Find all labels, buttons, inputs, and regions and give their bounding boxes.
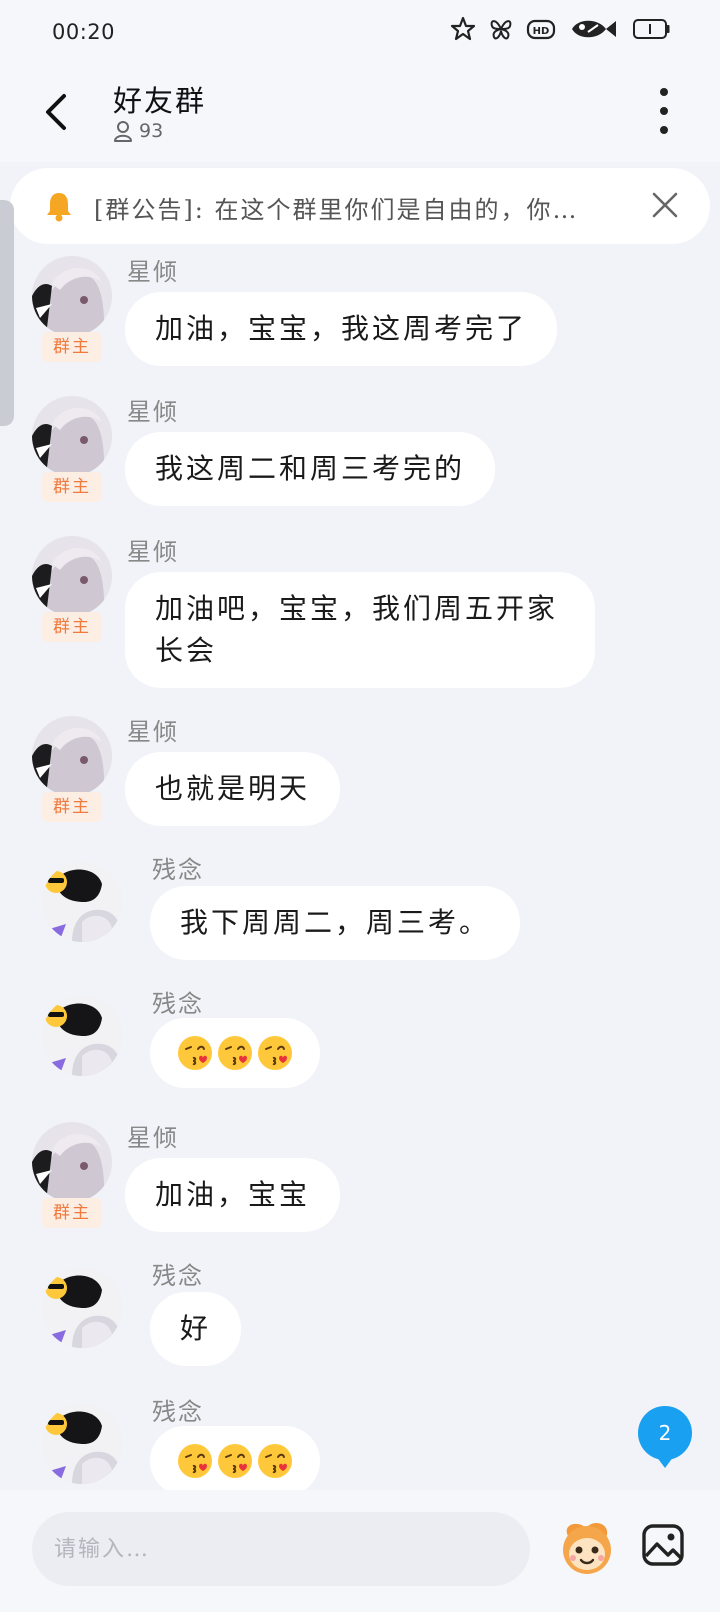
kissing-face-emoji-icon [258,1444,292,1478]
sender-name: 星倾 [127,718,179,746]
battery-icon [633,19,670,39]
dot [660,107,668,115]
bell-icon [47,193,71,222]
avatar[interactable] [42,1268,122,1348]
avatar-xingqing-image [32,256,112,336]
image-picker-button[interactable] [640,1522,686,1568]
message-bubble[interactable]: 加油，宝宝，我这周考完了 [125,292,558,366]
chat-screen: 00:20 HD 好友群 93 [群公告]: 在这个群里你们是自由的，你… 群主… [0,0,720,1612]
chat-header: 好友群 93 [0,66,720,162]
kissing-face-emoji-icon [178,1444,212,1478]
sender-name: 星倾 [127,258,179,286]
back-button[interactable] [38,90,78,134]
message-bubble[interactable]: 我下周周二，周三考。 [150,886,521,960]
message-bubble[interactable]: 加油吧，宝宝，我们周五开家长会 [125,572,595,688]
sender-name: 残念 [152,856,204,884]
input-bar [0,1490,720,1612]
notice-text: [群公告]: 在这个群里你们是自由的，你… [94,196,579,224]
member-count: 93 [139,120,164,142]
status-bar: 00:20 HD [0,0,720,66]
emoji-message-bubble[interactable] [150,1018,320,1088]
avatar[interactable] [42,862,122,942]
dot [660,126,668,134]
unread-count-badge[interactable]: 2 [638,1406,692,1468]
avatar[interactable] [42,1404,122,1484]
message-bubble[interactable]: 我这周二和周三考完的 [125,432,496,506]
avatar[interactable] [32,256,112,336]
avatar[interactable] [32,1122,112,1202]
sender-name: 星倾 [127,1124,179,1152]
sender-name: 残念 [152,1398,204,1426]
sender-name: 残念 [152,1262,204,1290]
svg-text:HD: HD [533,26,550,37]
chevron-left-icon [46,94,66,130]
emoji-message-bubble[interactable] [150,1426,320,1496]
kissing-face-emoji-icon [218,1036,252,1070]
person-icon [114,121,132,142]
message-bubble[interactable]: 好 [150,1292,242,1366]
hd-icon: HD [526,19,556,40]
kissing-face-emoji-icon [258,1036,292,1070]
owner-badge: 群主 [42,792,102,822]
status-icons: HD [450,16,670,42]
avatar[interactable] [42,996,122,1076]
avatar-cannian-image [42,862,122,942]
kissing-face-emoji-icon [178,1036,212,1070]
avatar-cannian-image [42,1268,122,1348]
more-options-button[interactable] [652,88,676,134]
fish-icon [572,20,616,38]
avatar-xingqing-image [32,716,112,796]
star-icon [450,16,476,41]
group-title: 好友群 [113,84,207,118]
owner-badge: 群主 [42,612,102,642]
message-bubble[interactable]: 也就是明天 [125,752,341,826]
dot [660,88,668,96]
owner-badge: 群主 [42,1198,102,1228]
status-time: 00:20 [52,20,116,44]
owner-badge: 群主 [42,332,102,362]
avatar[interactable] [32,536,112,616]
avatar-cannian-image [42,996,122,1076]
image-icon [642,1524,684,1566]
avatar[interactable] [32,396,112,476]
avatar-xingqing-image [32,1122,112,1202]
mascot-face-icon [563,1523,611,1574]
edge-drawer-handle[interactable] [0,200,14,426]
avatar[interactable] [32,716,112,796]
message-input[interactable] [32,1512,530,1586]
kissing-face-emoji-icon [218,1444,252,1478]
avatar-xingqing-image [32,536,112,616]
sender-name: 残念 [152,990,204,1018]
sender-name: 星倾 [127,398,179,426]
butterfly-icon [490,20,512,40]
avatar-cannian-image [42,1404,122,1484]
owner-badge: 群主 [42,472,102,502]
close-icon[interactable] [650,190,680,220]
group-notice-bar[interactable]: [群公告]: 在这个群里你们是自由的，你… [10,168,710,244]
mascot-sticker-button[interactable] [556,1516,618,1578]
avatar-xingqing-image [32,396,112,476]
message-bubble[interactable]: 加油，宝宝 [125,1158,341,1232]
sender-name: 星倾 [127,538,179,566]
member-count-row[interactable]: 93 [113,120,163,142]
